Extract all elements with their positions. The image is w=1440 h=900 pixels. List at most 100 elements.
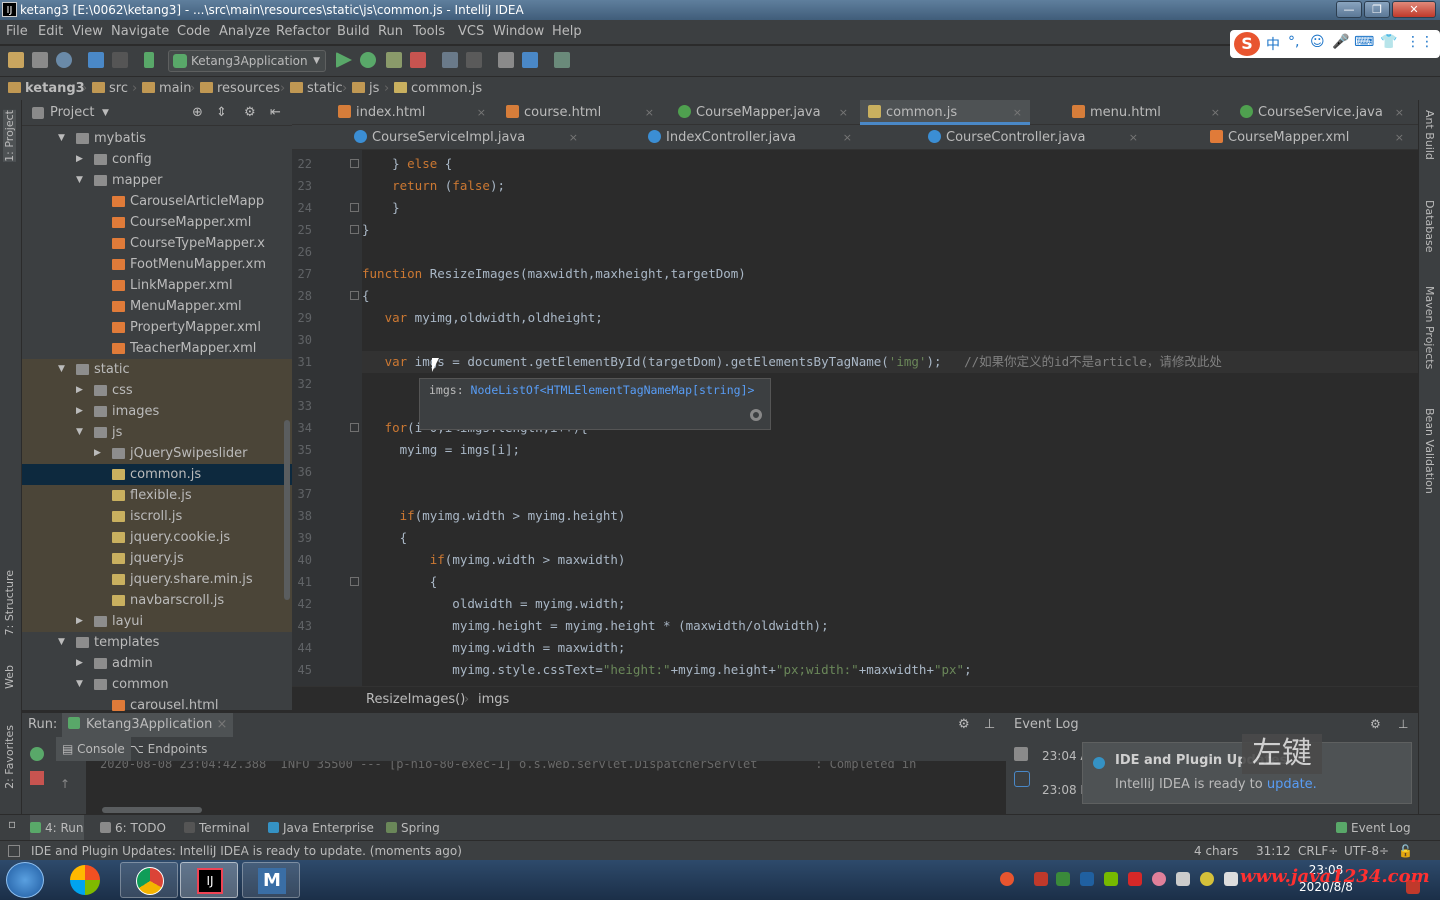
tool-tab[interactable]: Java Enterprise [268,815,374,841]
tree-file[interactable]: LinkMapper.xml [22,275,292,296]
tree-scrollbar[interactable] [284,420,290,600]
close-tab-icon[interactable]: × [839,100,848,125]
breadcrumb-resources[interactable]: resources [200,77,280,101]
tab-maven[interactable]: Maven Projects [1423,286,1436,369]
tree-file[interactable]: MenuMapper.xml [22,296,292,317]
nvidia-icon[interactable] [1104,872,1118,886]
sdk-icon[interactable] [554,52,570,68]
chevron-down-icon[interactable]: ▼ [58,632,65,653]
tree-file[interactable]: CarouselArticleMapp [22,191,292,212]
coverage-icon[interactable] [386,52,402,68]
gear-icon[interactable] [750,409,762,421]
breadcrumb-main[interactable]: main [142,77,191,101]
tree-file[interactable]: CourseTypeMapper.x [22,233,292,254]
menu-view[interactable]: View [72,20,103,44]
ime-voice-icon[interactable]: 🎤 [1332,34,1349,50]
tree-folder[interactable]: ▼ common [22,674,292,695]
close-tab-icon[interactable]: × [843,125,852,150]
ime-emoji-icon[interactable]: ☺ [1310,34,1325,50]
menu-build[interactable]: Build [337,20,370,44]
editor-tab[interactable]: CourseController.java × [920,125,1146,150]
close-tab-icon[interactable]: × [645,100,654,125]
ime-skin-icon[interactable]: 👕 [1380,34,1397,50]
ime-keyboard-icon[interactable]: ⌨ [1354,34,1374,50]
taskbar-chrome[interactable] [120,862,178,898]
tree-file[interactable]: common.js [22,464,292,485]
hide-panel-icon[interactable]: ⊥ [1398,717,1408,731]
line-separator[interactable]: CRLF÷ [1298,841,1338,861]
chat-bubble-icon[interactable] [1014,771,1030,787]
hide-panel-icon[interactable]: ⇤ [270,100,281,126]
crumb-function[interactable]: ResizeImages() [366,687,465,713]
volume-icon[interactable] [1224,872,1238,886]
sogou-logo-icon[interactable]: S [1234,32,1260,56]
editor-tab[interactable]: CourseMapper.xml × [1202,125,1412,150]
settings-wrench-icon[interactable] [498,52,514,68]
gear-icon[interactable]: ⚙ [244,100,256,126]
gear-icon[interactable]: ⚙ [1370,717,1381,731]
sync-icon[interactable] [56,52,72,68]
sogou-tray-icon[interactable] [1000,872,1014,886]
tool-tab[interactable]: 6: TODO [100,815,166,841]
menu-code[interactable]: Code [177,20,210,44]
chevron-down-icon[interactable]: ▼ [58,359,65,380]
menu-tools[interactable]: Tools [413,20,445,44]
menu-refactor[interactable]: Refactor [276,20,331,44]
close-tab-icon[interactable]: × [477,100,486,125]
run-config-tab[interactable]: Ketang3Application × [62,713,234,737]
tree-file[interactable]: FootMenuMapper.xm [22,254,292,275]
tree-file[interactable]: TeacherMapper.xml [22,338,292,359]
tree-file[interactable]: jquery.share.min.js [22,569,292,590]
chevron-right-icon[interactable]: ▶ [94,443,101,464]
tray-icon-yellow[interactable] [1200,872,1214,886]
editor-tab[interactable]: index.html × [330,100,494,125]
tab-structure[interactable]: 7: Structure [3,570,16,635]
tab-bean-validation[interactable]: Bean Validation [1423,408,1436,494]
tray-icon-tp[interactable] [1080,872,1094,886]
tree-folder[interactable]: ▼ templates [22,632,292,653]
menu-vcs[interactable]: VCS [458,20,484,44]
fold-marker-icon[interactable] [350,203,359,212]
tree-folder[interactable]: ▶ admin [22,653,292,674]
close-tab-icon[interactable]: × [1013,100,1022,125]
file-encoding[interactable]: UTF-8÷ [1344,841,1389,861]
console-output[interactable]: 2020-08-08 23:04:42.388 INFO 35500 --- [… [86,761,1006,815]
scroll-up-icon[interactable]: ↑ [60,777,70,791]
fold-marker-icon[interactable] [350,577,359,586]
tree-file[interactable]: jquery.cookie.js [22,527,292,548]
tree-folder[interactable]: ▶ layui [22,611,292,632]
tool-tab[interactable]: Terminal [184,815,250,841]
start-button[interactable] [6,862,44,898]
shield-icon[interactable] [1056,872,1070,886]
vcs-commit-icon[interactable] [466,52,482,68]
tab-database[interactable]: Database [1423,200,1436,253]
stop-icon[interactable] [30,771,44,785]
save-icon[interactable] [32,52,48,68]
menu-help[interactable]: Help [552,20,582,44]
tree-file[interactable]: jquery.js [22,548,292,569]
editor-tab[interactable]: CourseMapper.java × [670,100,856,125]
tree-folder[interactable]: ▼ mapper [22,170,292,191]
tree-folder[interactable]: ▼ js [22,422,292,443]
settings-wrench-icon[interactable] [1014,747,1028,761]
tab-endpoints[interactable]: ⌥ Endpoints [130,737,207,761]
toggle-panels-icon[interactable]: ▫ [8,811,16,837]
close-icon[interactable]: × [216,717,227,732]
close-tab-icon[interactable]: × [1395,125,1404,150]
tab-event-log[interactable]: Event Log [1336,815,1411,841]
run-icon[interactable] [336,52,352,68]
tree-file[interactable]: CourseMapper.xml [22,212,292,233]
tray-icon-red[interactable] [1034,872,1048,886]
tree-file[interactable]: flexible.js [22,485,292,506]
tool-tab[interactable]: Spring [386,815,440,841]
editor-tab[interactable]: common.js × [860,100,1030,125]
tab-favorites[interactable]: 2: Favorites [3,725,16,789]
hide-panel-icon[interactable]: ⊥ [984,713,995,737]
taskbar-intellij[interactable]: IJ [180,862,238,898]
chevron-right-icon[interactable]: ▶ [76,380,83,401]
status-message[interactable]: IDE and Plugin Updates: IntelliJ IDEA is… [31,841,462,861]
tab-web[interactable]: Web [3,665,16,689]
breadcrumb-src[interactable]: src [92,77,128,101]
locate-icon[interactable]: ⊕ [192,100,203,126]
menu-window[interactable]: Window [493,20,544,44]
